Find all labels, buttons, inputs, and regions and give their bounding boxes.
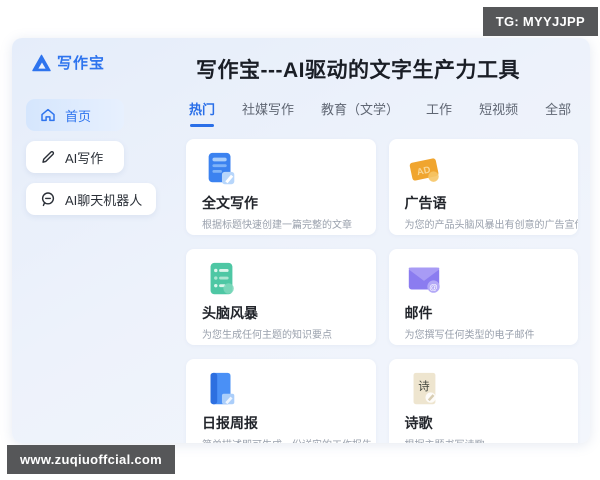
sidebar-item-label: AI写作 [65, 150, 104, 166]
page: TG: MYYJJPP 写作宝 首页 AI写作 AI聊天机器人 写作宝---AI… [0, 0, 600, 480]
tg-badge: TG: MYYJJPP [482, 7, 598, 36]
card-ad-slogan[interactable]: AD 广告语 为您的产品头脑风暴出有创意的广告宣传语 [388, 139, 579, 235]
card-poetry[interactable]: 诗 诗歌 根据主题书写诗歌 [388, 359, 578, 443]
card-desc: 为您的产品头脑风暴出有创意的广告宣传语 [404, 220, 579, 231]
sidebar-item-ai-chatbot[interactable]: AI聊天机器人 [26, 183, 157, 215]
document-pencil-icon [202, 150, 240, 188]
logo: 写作宝 [32, 52, 164, 73]
card-desc: 根据主题书写诗歌 [405, 436, 563, 443]
card-email[interactable]: @ 邮件 为您撰写任何类型的电子邮件 [388, 249, 578, 345]
card-title: 日报周报 [202, 415, 258, 431]
tab-bar: 热门 社媒写作 教育（文学） 工作 短视频 全部 [189, 99, 578, 127]
envelope-at-icon: @ [405, 260, 443, 298]
card-title: 诗歌 [404, 415, 433, 431]
card-fulltext-writing[interactable]: 全文写作 根据标题快速创建一篇完整的文章 [186, 139, 376, 235]
notebook-pencil-icon [202, 370, 240, 408]
card-brainstorm[interactable]: 头脑风暴 为您生成任何主题的知识要点 [186, 249, 376, 345]
tab-work[interactable]: 工作 [426, 99, 452, 127]
main-content: 写作宝---AI驱动的文字生产力工具 热门 社媒写作 教育（文学） 工作 短视频… [164, 38, 590, 443]
bullet-list-icon [202, 260, 240, 298]
home-icon [40, 107, 56, 123]
card-desc: 为您生成任何主题的知识要点 [202, 330, 332, 341]
card-grid: 全文写作 根据标题快速创建一篇完整的文章 AD 广告语 为您的产品头脑风暴出有创… [186, 139, 578, 443]
pencil-icon [40, 149, 56, 165]
tab-all[interactable]: 全部 [545, 99, 571, 127]
card-desc: 为您撰写任何类型的电子邮件 [404, 330, 535, 341]
card-title: 头脑风暴 [202, 305, 258, 321]
sidebar-item-label: 首页 [65, 108, 92, 124]
poem-paper-icon: 诗 [405, 370, 443, 408]
svg-text:诗: 诗 [418, 379, 429, 393]
triangle-logo-icon [32, 54, 51, 72]
sidebar: 写作宝 首页 AI写作 AI聊天机器人 [12, 38, 164, 443]
card-title: 广告语 [404, 195, 447, 211]
app-window: 写作宝 首页 AI写作 AI聊天机器人 写作宝---AI驱动的文字生产力工具 热… [12, 38, 590, 443]
chat-bubble-icon [40, 191, 56, 207]
logo-text: 写作宝 [57, 55, 106, 72]
ad-tag-icon: AD [405, 150, 443, 188]
card-desc: 根据标题快速创建一篇完整的文章 [202, 220, 352, 231]
card-daily-weekly-report[interactable]: 日报周报 简单描述即可生成一份详实的工作报告 [186, 359, 376, 443]
sidebar-item-home[interactable]: 首页 [26, 99, 124, 131]
page-title: 写作宝---AI驱动的文字生产力工具 [196, 59, 520, 82]
sidebar-item-ai-writing[interactable]: AI写作 [26, 141, 124, 173]
card-title: 邮件 [404, 305, 433, 321]
tab-social-media[interactable]: 社媒写作 [242, 99, 294, 127]
card-desc: 简单描述即可生成一份详实的工作报告 [202, 436, 372, 443]
url-badge: www.zuqiuoffcial.com [7, 445, 176, 474]
sidebar-item-label: AI聊天机器人 [65, 192, 143, 208]
tab-short-video[interactable]: 短视频 [479, 99, 518, 127]
sidebar-nav: 首页 AI写作 AI聊天机器人 [12, 99, 164, 215]
tab-education[interactable]: 教育（文学） [321, 99, 399, 127]
tab-hot[interactable]: 热门 [189, 99, 215, 127]
card-title: 全文写作 [202, 195, 258, 211]
svg-text:@: @ [429, 282, 438, 292]
